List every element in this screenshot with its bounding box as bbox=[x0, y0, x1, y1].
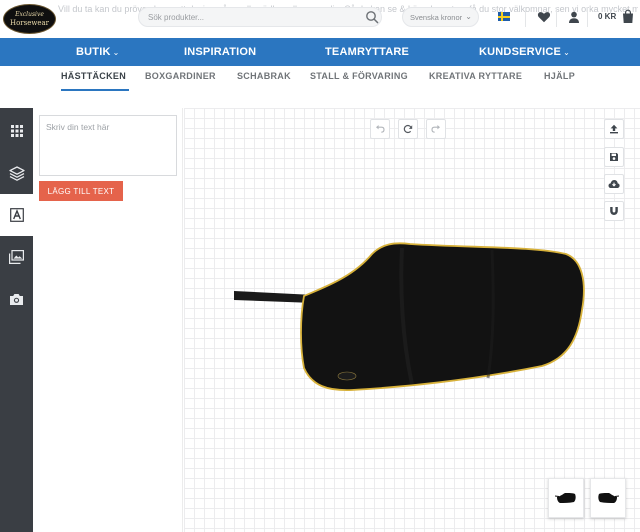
redo-icon bbox=[431, 125, 440, 133]
page: Vill du ta kan du pröva skapa ett design… bbox=[0, 0, 640, 532]
horse-rug-thumbnail bbox=[598, 493, 619, 503]
logo-line-1: Exclusive bbox=[15, 11, 44, 18]
text-panel: LÄGG TILL TEXT bbox=[33, 108, 183, 532]
horse-rug-thumbnail bbox=[555, 493, 576, 503]
cloud-download-icon bbox=[608, 180, 620, 188]
chevron-down-icon: ⌄ bbox=[563, 48, 570, 57]
tab-hasttacken[interactable]: HÄSTTÄCKEN bbox=[61, 71, 126, 81]
tab-stall-forvaring[interactable]: STALL & FÖRVARING bbox=[310, 71, 408, 81]
user-icon[interactable] bbox=[567, 10, 581, 24]
save-icon bbox=[610, 153, 618, 161]
grid-icon bbox=[10, 125, 23, 137]
snap-button[interactable] bbox=[604, 201, 624, 221]
chevron-down-icon: ⌄ bbox=[112, 48, 120, 57]
nav-item-teamryttare[interactable]: TEAMRYTTARE bbox=[325, 38, 409, 66]
image-icon bbox=[9, 250, 24, 264]
nav-label: INSPIRATION bbox=[184, 46, 257, 58]
nav-label: BUTIK bbox=[76, 46, 111, 58]
search-input[interactable] bbox=[138, 7, 382, 27]
undo-button[interactable] bbox=[370, 119, 390, 139]
tool-templates[interactable] bbox=[0, 110, 33, 152]
design-canvas[interactable] bbox=[184, 108, 640, 532]
tool-text[interactable] bbox=[0, 194, 33, 236]
upload-icon bbox=[610, 124, 618, 134]
thumbnail-right-view[interactable] bbox=[590, 478, 626, 518]
tool-layers[interactable] bbox=[0, 152, 33, 194]
add-text-button[interactable]: LÄGG TILL TEXT bbox=[39, 181, 123, 201]
redo-button[interactable] bbox=[426, 119, 446, 139]
cart-amount[interactable]: 0 KR bbox=[598, 12, 616, 21]
custom-text-input[interactable] bbox=[39, 115, 177, 176]
reset-button[interactable] bbox=[398, 119, 418, 139]
divider bbox=[587, 7, 588, 27]
nav-label: TEAMRYTTARE bbox=[325, 46, 410, 58]
active-tab-indicator bbox=[61, 89, 129, 91]
reset-icon bbox=[403, 124, 413, 134]
shopping-bag-icon[interactable] bbox=[621, 9, 635, 24]
tool-images[interactable] bbox=[0, 236, 33, 278]
nav-item-inspiration[interactable]: INSPIRATION bbox=[184, 38, 256, 66]
currency-select[interactable]: Svenska kronor ⌄ bbox=[402, 7, 479, 27]
swedish-flag-icon[interactable] bbox=[498, 12, 510, 21]
magnet-icon bbox=[610, 207, 618, 215]
divider bbox=[525, 7, 526, 27]
category-tabs: HÄSTTÄCKEN BOXGARDINER SCHABRAK STALL & … bbox=[0, 66, 640, 96]
nav-label: KUNDSERVICE bbox=[479, 46, 562, 58]
logo-line-2: Horsewear bbox=[9, 19, 50, 27]
layers-icon bbox=[8, 165, 25, 181]
chevron-down-icon: ⌄ bbox=[465, 12, 472, 21]
tool-rail bbox=[0, 108, 33, 532]
nav-item-kundservice[interactable]: KUNDSERVICE ⌄ bbox=[479, 38, 570, 66]
divider bbox=[556, 7, 557, 27]
search-icon[interactable] bbox=[365, 10, 379, 24]
tab-boxgardiner[interactable]: BOXGARDINER bbox=[145, 71, 216, 81]
brand-logo[interactable]: Exclusive Horsewear bbox=[3, 4, 56, 34]
camera-icon bbox=[10, 293, 23, 305]
tab-kreativa-ryttare[interactable]: KREATIVA RYTTARE bbox=[429, 71, 522, 81]
undo-icon bbox=[376, 125, 385, 133]
tab-hjalp[interactable]: HJÄLP bbox=[544, 71, 575, 81]
tool-photo[interactable] bbox=[0, 278, 33, 320]
tab-schabrak[interactable]: SCHABRAK bbox=[237, 71, 291, 81]
cloud-download-button[interactable] bbox=[604, 174, 624, 194]
currency-label: Svenska kronor bbox=[410, 12, 463, 22]
nav-item-butik[interactable]: BUTIK ⌄ bbox=[76, 38, 120, 66]
top-bar: Vill du ta kan du pröva skapa ett design… bbox=[0, 0, 640, 38]
heart-icon[interactable] bbox=[537, 10, 551, 24]
horse-rug-image[interactable] bbox=[232, 238, 592, 394]
text-icon bbox=[9, 208, 24, 222]
thumbnail-left-view[interactable] bbox=[548, 478, 584, 518]
save-button[interactable] bbox=[604, 147, 624, 167]
upload-button[interactable] bbox=[604, 119, 624, 139]
main-nav: BUTIK ⌄ INSPIRATION TEAMRYTTARE KUNDSERVI… bbox=[0, 38, 640, 66]
